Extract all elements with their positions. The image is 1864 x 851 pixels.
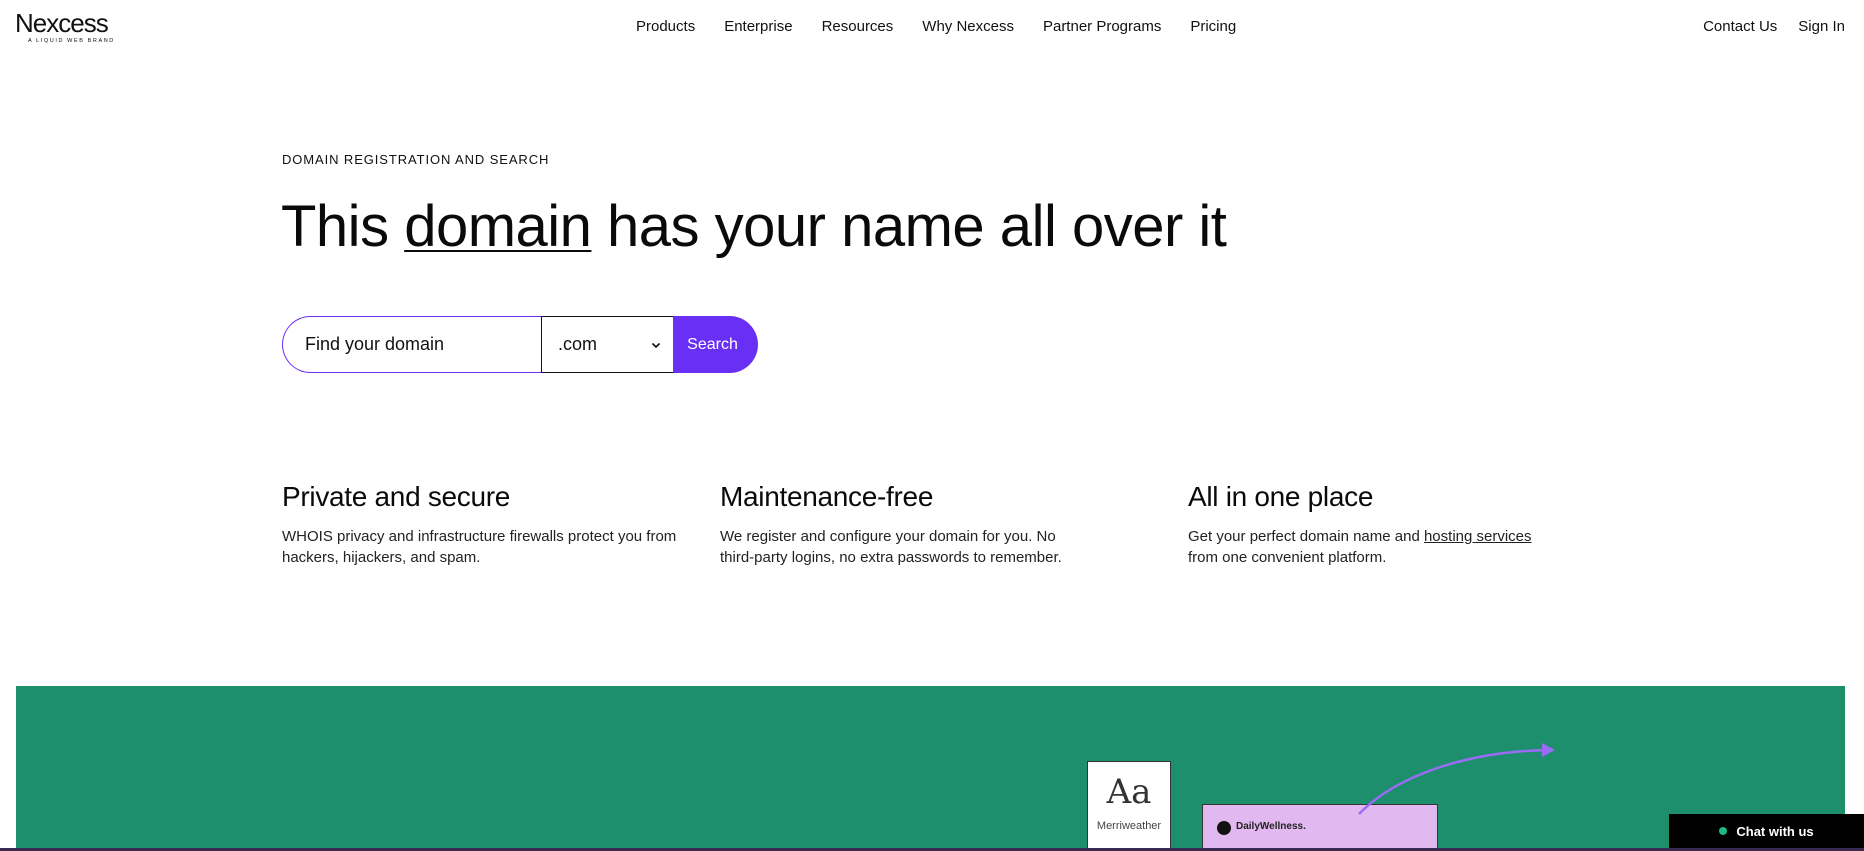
main-nav: Products Enterprise Resources Why Nexces… [636,18,1265,36]
hero-title: This domain has your name all over it [281,190,1227,264]
nav-item-enterprise[interactable]: Enterprise [724,18,792,36]
hero-eyebrow: DOMAIN REGISTRATION AND SEARCH [282,152,550,167]
promo-banner: Aa Merriweather DailyWellness. [16,686,1845,851]
tld-selected-value: .com [558,334,598,354]
chat-label: Chat with us [1736,823,1814,839]
feature-body-start: Get your perfect domain name and [1188,528,1424,545]
font-sample: Aa [1106,772,1152,812]
chevron-down-icon [651,342,661,348]
nav-item-pricing[interactable]: Pricing [1190,18,1236,36]
status-dot-icon [1719,827,1728,835]
feature-private-secure: Private and secure WHOIS privacy and inf… [282,480,682,568]
domain-search-form: .com Search [282,316,758,373]
contact-us-link[interactable]: Contact Us [1703,18,1777,36]
logo-tagline: A LIQUID WEB BRAND [28,38,115,44]
feature-body: WHOIS privacy and infrastructure firewal… [282,528,677,566]
feature-all-in-one: All in one place Get your perfect domain… [1188,480,1558,568]
nav-item-resources[interactable]: Resources [822,18,894,36]
feature-title: All in one place [1188,481,1374,512]
hosting-services-link[interactable]: hosting services [1424,528,1532,545]
site-logo-dot-icon [1217,821,1231,835]
chat-button[interactable]: Chat with us [1669,814,1864,848]
feature-title: Maintenance-free [720,481,934,512]
feature-body: We register and configure your domain fo… [720,528,1062,566]
utility-nav: Contact Us Sign In [1682,18,1845,36]
nav-item-partner-programs[interactable]: Partner Programs [1043,18,1161,36]
feature-maintenance-free: Maintenance-free We register and configu… [720,480,1090,568]
hero-title-start: This [281,194,405,259]
sign-in-link[interactable]: Sign In [1798,18,1845,36]
nav-item-why-nexcess[interactable]: Why Nexcess [922,18,1014,36]
feature-body-end: from one convenient platform. [1188,549,1387,566]
search-button[interactable]: Search [673,316,758,373]
font-sample-card: Aa Merriweather [1087,761,1171,851]
arrow-icon [1358,743,1555,815]
domain-search-input[interactable] [282,316,542,373]
logo-wordmark: Nexcess [15,8,109,38]
hero-title-end: has your name all over it [591,194,1227,259]
tld-select[interactable]: .com [541,316,674,373]
nav-item-products[interactable]: Products [636,18,695,36]
site-preview-name: DailyWellness. [1236,821,1306,832]
feature-body: Get your perfect domain name and hosting… [1188,526,1558,568]
site-header: Nexcess A LIQUID WEB BRAND Products Ente… [0,0,1864,56]
nexcess-logo[interactable]: Nexcess A LIQUID WEB BRAND [15,10,125,44]
font-name: Merriweather [1096,820,1162,832]
feature-title: Private and secure [282,481,511,512]
hero-title-underlined: domain [404,194,592,259]
